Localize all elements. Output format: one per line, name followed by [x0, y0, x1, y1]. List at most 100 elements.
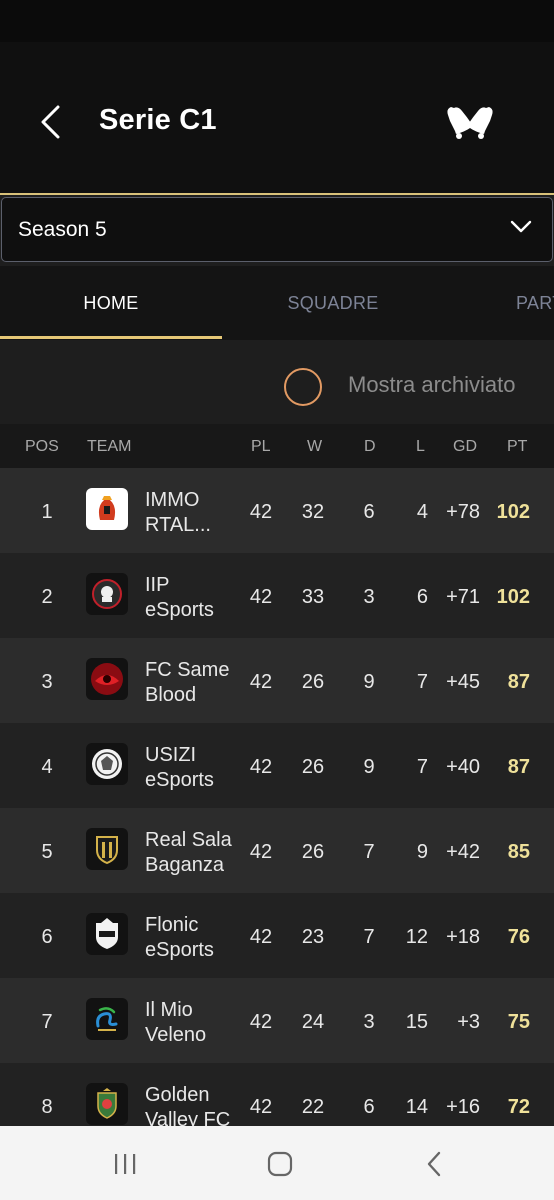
team-logo-icon	[86, 828, 128, 870]
row-l: 12	[405, 926, 428, 948]
team-logo-icon	[86, 658, 128, 700]
recent-apps-icon	[115, 1154, 136, 1174]
row-gd: +40	[446, 756, 480, 778]
row-pl: 42	[249, 926, 273, 948]
row-pos: 7	[41, 1011, 53, 1033]
archive-label: Mostra archiviato	[348, 372, 516, 397]
season-dropdown[interactable]: Season 5	[1, 197, 553, 262]
row-d: 3	[363, 586, 375, 608]
row-w: 22	[301, 1096, 325, 1118]
team-logo-icon	[86, 1083, 128, 1125]
archive-radio[interactable]	[284, 368, 322, 406]
table-row[interactable]: 7 Il Mio Veleno 42 24 3 15 +3 75	[0, 978, 554, 1063]
table-row[interactable]: 4 USIZI eSports 42 26 9 7 +40 87	[0, 723, 554, 808]
row-pl: 42	[249, 586, 273, 608]
row-l: 15	[405, 1011, 428, 1033]
row-pt: 87	[507, 671, 530, 693]
status-bar	[0, 0, 554, 42]
row-pl: 42	[249, 756, 273, 778]
row-pl: 42	[249, 1011, 273, 1033]
col-pos: POS	[25, 438, 59, 455]
row-pos: 2	[41, 586, 53, 608]
row-pt: 85	[507, 841, 530, 863]
row-gd: +78	[446, 501, 480, 523]
row-team-name: Flonic eSports	[145, 914, 214, 961]
row-team-name: FC Same Blood	[145, 659, 230, 706]
row-pt: 76	[507, 926, 530, 948]
row-pt: 75	[507, 1011, 530, 1033]
row-pl: 42	[249, 1096, 273, 1118]
row-d: 3	[363, 1011, 375, 1033]
row-pos: 8	[41, 1096, 53, 1118]
table-row[interactable]: 1 IMMO RTAL... 42 32 6 4 +78 102	[0, 468, 554, 553]
row-pl: 42	[249, 501, 273, 523]
table-row[interactable]: 3 FC Same Blood 42 26 9 7 +45 87	[0, 638, 554, 723]
table-row[interactable]: 6 Flonic eSports 42 23 7 12 +18 76	[0, 893, 554, 978]
row-l: 4	[416, 501, 428, 523]
row-d: 6	[363, 1096, 375, 1118]
row-gd: +42	[446, 841, 480, 863]
row-l: 7	[416, 671, 428, 693]
bell-icon	[447, 107, 493, 139]
row-pos: 4	[41, 756, 53, 778]
row-pt: 102	[496, 586, 530, 608]
row-pos: 6	[41, 926, 53, 948]
back-icon	[427, 1151, 441, 1177]
row-gd: +3	[457, 1011, 480, 1033]
col-pt: PT	[507, 438, 528, 455]
row-d: 6	[363, 501, 375, 523]
row-team-name: IMMO RTAL...	[145, 489, 211, 536]
row-w: 23	[301, 926, 325, 948]
row-w: 26	[301, 841, 325, 863]
tab-home[interactable]: HOME	[0, 266, 222, 340]
col-pl: PL	[251, 438, 271, 455]
row-gd: +45	[446, 671, 480, 693]
system-nav-bar	[0, 1126, 554, 1200]
table-row[interactable]: 5 Real Sala Baganza 42 26 7 9 +42 85	[0, 808, 554, 893]
col-gd: GD	[453, 438, 477, 455]
row-l: 6	[416, 586, 428, 608]
tab-squadre[interactable]: SQUADRE	[222, 266, 444, 340]
back-arrow-icon	[41, 105, 60, 139]
row-w: 24	[301, 1011, 325, 1033]
row-l: 14	[405, 1096, 428, 1118]
row-pos: 1	[41, 501, 53, 523]
row-d: 9	[363, 756, 375, 778]
row-pos: 3	[41, 671, 53, 693]
table-row[interactable]: 2 IIP eSports 42 33 3 6 +71 102	[0, 553, 554, 638]
row-d: 7	[363, 841, 375, 863]
tab-part[interactable]: PART	[444, 266, 554, 340]
row-team-name: USIZI eSports	[145, 744, 214, 791]
system-back-button[interactable]	[415, 1148, 455, 1180]
team-logo-icon	[86, 743, 128, 785]
header-divider	[0, 193, 554, 195]
row-pt: 72	[507, 1096, 530, 1118]
row-w: 33	[301, 586, 325, 608]
row-gd: +18	[446, 926, 480, 948]
row-team-name: IIP eSports	[145, 574, 214, 621]
col-team: TEAM	[87, 438, 132, 455]
season-dropdown-value: Season 5	[18, 217, 107, 241]
col-d: D	[364, 438, 376, 455]
col-w: W	[307, 438, 323, 455]
home-button[interactable]	[260, 1148, 300, 1180]
recent-apps-button[interactable]	[105, 1148, 145, 1180]
back-button[interactable]	[28, 100, 72, 144]
row-pl: 42	[249, 671, 273, 693]
team-logo-icon	[86, 573, 128, 615]
row-gd: +71	[446, 586, 480, 608]
row-team-name: Real Sala Baganza	[145, 829, 232, 876]
team-logo-icon	[86, 998, 128, 1040]
team-logo-icon	[86, 913, 128, 955]
row-w: 26	[301, 756, 325, 778]
home-icon	[267, 1151, 293, 1177]
team-logo-icon	[86, 488, 128, 530]
notifications-button[interactable]	[440, 98, 500, 148]
page-title: Serie C1	[99, 104, 217, 136]
row-w: 26	[301, 671, 325, 693]
tab-bar: HOME SQUADRE PART	[0, 266, 554, 340]
row-l: 7	[416, 756, 428, 778]
col-l: L	[416, 438, 425, 455]
row-w: 32	[301, 501, 325, 523]
row-pl: 42	[249, 841, 273, 863]
